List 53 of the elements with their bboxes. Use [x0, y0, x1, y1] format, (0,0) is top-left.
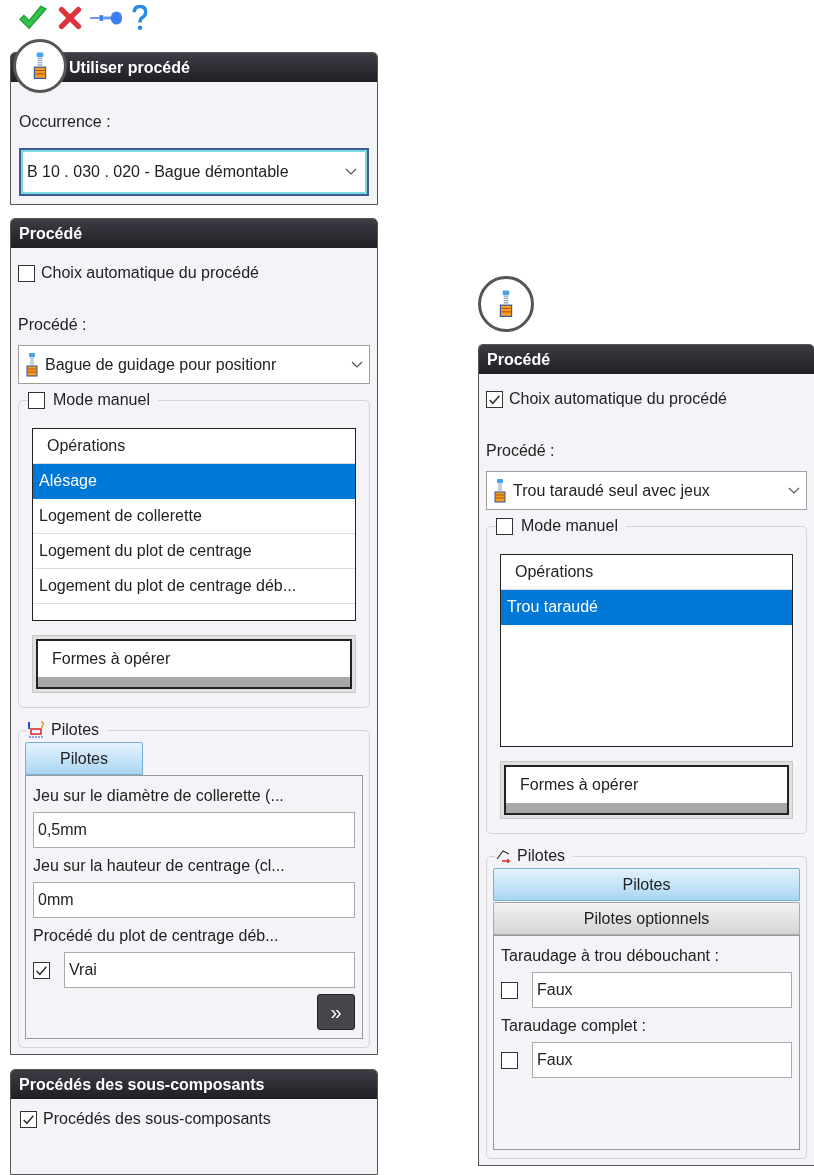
screw-icon — [23, 352, 41, 377]
checkbox-label: Procédés des sous-composants — [43, 1109, 271, 1129]
value-field[interactable]: Faux — [532, 972, 792, 1008]
close-icon[interactable] — [58, 6, 82, 30]
checkbox-label: Mode manuel — [53, 390, 150, 410]
occurrence-dropdown[interactable]: B 10 . 030 . 020 - Bague démontable — [19, 148, 369, 196]
checkbox[interactable] — [20, 1110, 37, 1128]
checkbox-label: Mode manuel — [521, 516, 618, 536]
checkbox[interactable] — [501, 981, 518, 999]
checkbox[interactable] — [28, 391, 45, 409]
checkbox-label: Choix automatique du procédé — [41, 263, 259, 283]
group-label: Pilotes — [517, 846, 566, 866]
screw-icon — [491, 478, 509, 503]
group-label: Pilotes — [51, 720, 100, 740]
chevron-down-icon — [788, 486, 800, 495]
operation-item[interactable]: Alésage — [33, 464, 355, 499]
field-label: Procédé du plot de centrage déb... — [33, 926, 280, 946]
chevron-down-icon — [351, 360, 363, 369]
checkbox[interactable] — [33, 961, 50, 979]
process-dropdown[interactable]: Bague de guidage pour positionr — [18, 345, 370, 384]
dimension-icon — [27, 720, 47, 740]
field-label: Taraudage à trou débouchant : — [501, 946, 720, 966]
checkbox[interactable] — [496, 517, 513, 535]
chevron-down-icon — [345, 168, 357, 176]
field-label: Procédé : — [18, 315, 88, 335]
process-dropdown[interactable]: Trou taraudé seul avec jeux — [486, 471, 807, 510]
panel-title: Utiliser procédé — [68, 57, 190, 78]
field-label: Taraudage complet : — [501, 1016, 647, 1036]
list-header: Formes à opérer — [506, 767, 787, 803]
field-label: Jeu sur la hauteur de centrage (cl... — [33, 856, 286, 876]
field-label: Jeu sur le diamètre de collerette (... — [33, 786, 285, 806]
list-header: Formes à opérer — [38, 641, 350, 677]
field-label: Procédé : — [486, 441, 556, 461]
tab[interactable]: Pilotes — [493, 868, 800, 901]
value-field[interactable]: Vrai — [64, 952, 355, 988]
checkmark-icon[interactable] — [16, 5, 50, 31]
checkbox-label: Choix automatique du procédé — [509, 389, 727, 409]
panel-title: Procédé — [18, 223, 83, 244]
expand-button[interactable]: » — [317, 994, 355, 1030]
checkbox[interactable] — [18, 264, 35, 282]
value-field[interactable]: 0mm — [33, 882, 355, 918]
panel-title: Procédés des sous-composants — [18, 1074, 265, 1095]
help-icon[interactable] — [132, 4, 148, 32]
checkbox[interactable] — [486, 390, 503, 408]
operation-item[interactable]: Trou taraudé — [501, 590, 792, 625]
field-label: Occurrence : — [19, 112, 112, 132]
pushpin-icon[interactable] — [90, 10, 124, 26]
tab[interactable]: Pilotes — [25, 742, 143, 775]
checkbox[interactable] — [501, 1051, 518, 1069]
value-field[interactable]: 0,5mm — [33, 812, 355, 848]
panel-title: Procédé — [486, 349, 551, 370]
tab[interactable]: Pilotes optionnels — [493, 902, 800, 935]
value-field[interactable]: Faux — [532, 1042, 792, 1078]
